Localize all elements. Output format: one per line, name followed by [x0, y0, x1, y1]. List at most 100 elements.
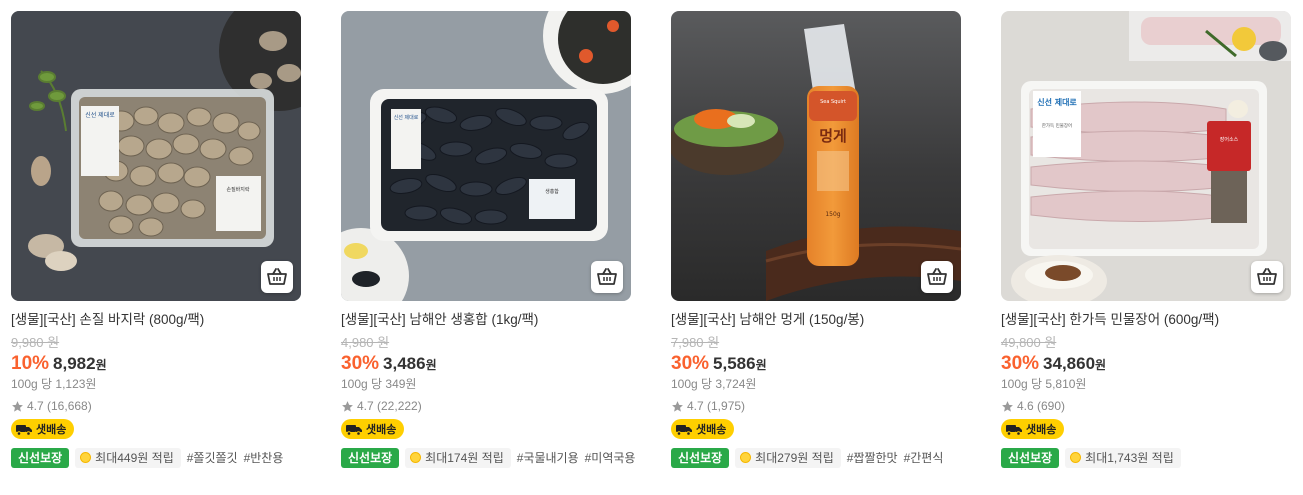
product-image[interactable]: 신선 제대로 한가득 민물장어 장어소스: [1001, 11, 1291, 301]
pack-label-brand: 신선 제대로: [394, 114, 419, 121]
sale-price: 3,486: [383, 354, 426, 373]
original-price: 49,800 원: [1001, 335, 1057, 350]
star-icon: [1002, 400, 1013, 412]
coin-icon: [740, 452, 752, 463]
fresh-guarantee-badge: 신선보장: [341, 447, 400, 468]
hashtag[interactable]: #국물내기용: [517, 448, 579, 468]
sale-price: 34,860: [1043, 354, 1096, 373]
rating: 4.7 (22,222): [341, 398, 631, 414]
rating: 4.6 (690): [1001, 398, 1291, 414]
product-card[interactable]: 신선 제대로 한가득 민물장어 장어소스 [생물][국산] 한가득 민물장어 (…: [1001, 11, 1291, 468]
product-card[interactable]: Sea Squirt 멍게 150g [생물][국산] 남해안 멍게 (150g…: [671, 11, 961, 468]
product-title[interactable]: [생물][국산] 손질 바지락 (800g/팩): [11, 311, 301, 329]
delivery-label: 샛배송: [366, 424, 397, 436]
unit-price: 100g 당 3,724원: [671, 377, 757, 391]
rating: 4.7 (16,668): [11, 398, 301, 414]
discount-rate: 30%: [341, 353, 380, 374]
sea-squirt-photo: Sea Squirt 멍게 150g: [671, 11, 961, 301]
discount-rate: 10%: [11, 353, 50, 374]
tag-row: 신선보장 최대279원 적립 #짭짤한맛 #간편식: [671, 447, 971, 468]
rating-text: 4.6 (690): [1017, 399, 1066, 413]
tag-row: 신선보장 최대174원 적립 #국물내기용 #미역국용: [341, 447, 641, 468]
coin-icon: [410, 452, 422, 463]
tag-row: 신선보장 최대449원 적립 #쫄깃쫄깃 #반찬용: [11, 447, 311, 468]
currency-unit: 원: [95, 358, 107, 372]
fresh-guarantee-badge: 신선보장: [11, 447, 70, 468]
pack-label-name: 생홍합: [545, 188, 559, 195]
points-badge: 최대174원 적립: [405, 447, 511, 468]
pack-label-brand: Sea Squirt: [820, 99, 846, 105]
delivery-truck-icon: [1006, 424, 1022, 436]
delivery-badge: 샛배송: [671, 419, 735, 439]
mussel-photo: 신선 제대로 생홍합: [341, 11, 631, 301]
hashtag[interactable]: #짭짤한맛: [847, 448, 898, 468]
product-title[interactable]: [생물][국산] 한가득 민물장어 (600g/팩): [1001, 311, 1291, 329]
star-icon: [12, 400, 23, 412]
points-text: 최대174원 적립: [425, 450, 504, 465]
pack-label-weight: 150g: [825, 211, 840, 218]
product-image[interactable]: 신선 제대로 생홍합: [341, 11, 631, 301]
rating-text: 4.7 (1,975): [687, 399, 746, 413]
points-badge: 최대279원 적립: [735, 447, 841, 468]
currency-unit: 원: [425, 358, 437, 372]
sale-price: 8,982: [53, 354, 96, 373]
coin-icon: [80, 452, 92, 463]
pack-label-sauce: 장어소스: [1220, 136, 1239, 143]
delivery-label: 샛배송: [1026, 424, 1057, 436]
star-icon: [672, 400, 683, 412]
hashtag[interactable]: #간편식: [904, 448, 944, 468]
product-title[interactable]: [생물][국산] 남해안 생홍합 (1kg/팩): [341, 311, 631, 329]
pack-label-brand: 신선 제대로: [85, 111, 115, 119]
delivery-badge: 샛배송: [1001, 419, 1065, 439]
delivery-badge: 샛배송: [11, 419, 75, 439]
points-text: 최대279원 적립: [755, 450, 834, 465]
delivery-badge: 샛배송: [341, 419, 405, 439]
add-to-cart-button[interactable]: [261, 261, 293, 293]
original-price: 7,980 원: [671, 335, 720, 350]
clam-photo: 신선 제대로 손질바지락: [11, 11, 301, 301]
pack-label-name: 한가득 민물장어: [1042, 122, 1072, 129]
hashtag[interactable]: #미역국용: [585, 448, 636, 468]
discount-rate: 30%: [1001, 353, 1040, 374]
hashtag[interactable]: #쫄깃쫄깃: [187, 448, 238, 468]
product-card[interactable]: 신선 제대로 생홍합 [생물][국산] 남해안 생홍합 (1kg/팩) 4,98…: [341, 11, 635, 468]
fresh-guarantee-badge: 신선보장: [671, 447, 730, 468]
original-price: 9,980 원: [11, 335, 60, 350]
currency-unit: 원: [755, 358, 767, 372]
star-icon: [342, 400, 353, 412]
pack-label-brand: 신선 제대로: [1037, 97, 1077, 107]
add-to-cart-button[interactable]: [1251, 261, 1283, 293]
product-card[interactable]: 신선 제대로 손질바지락 [생물][국산] 손질 바지락 (800g/팩) 9,…: [11, 11, 301, 468]
tag-row: 신선보장 최대1,743원 적립: [1001, 447, 1301, 468]
hashtag[interactable]: #반찬용: [244, 448, 284, 468]
currency-unit: 원: [1095, 358, 1107, 372]
basket-icon: [1257, 268, 1277, 285]
delivery-truck-icon: [346, 424, 362, 436]
product-grid: 신선 제대로 손질바지락 [생물][국산] 손질 바지락 (800g/팩) 9,…: [0, 0, 1303, 495]
fresh-guarantee-badge: 신선보장: [1001, 447, 1060, 468]
coin-icon: [1070, 452, 1082, 463]
sale-price: 5,586: [713, 354, 756, 373]
price-line: 30% 34,860원: [1001, 352, 1291, 377]
unit-price: 100g 당 349원: [341, 377, 417, 391]
product-image[interactable]: Sea Squirt 멍게 150g: [671, 11, 961, 301]
eel-photo: 신선 제대로 한가득 민물장어 장어소스: [1001, 11, 1291, 301]
add-to-cart-button[interactable]: [921, 261, 953, 293]
unit-price: 100g 당 1,123원: [11, 377, 97, 391]
rating-text: 4.7 (16,668): [27, 399, 92, 413]
original-price: 4,980 원: [341, 335, 390, 350]
basket-icon: [267, 268, 287, 285]
add-to-cart-button[interactable]: [591, 261, 623, 293]
points-badge: 최대449원 적립: [75, 447, 181, 468]
product-image[interactable]: 신선 제대로 손질바지락: [11, 11, 301, 301]
product-title[interactable]: [생물][국산] 남해안 멍게 (150g/봉): [671, 311, 961, 329]
price-line: 10% 8,982원: [11, 352, 301, 377]
basket-icon: [927, 268, 947, 285]
basket-icon: [597, 268, 617, 285]
points-text: 최대449원 적립: [95, 450, 174, 465]
rating-text: 4.7 (22,222): [357, 399, 422, 413]
price-line: 30% 5,586원: [671, 352, 961, 377]
pack-label-name: 멍게: [819, 127, 847, 145]
discount-rate: 30%: [671, 353, 710, 374]
delivery-label: 샛배송: [36, 424, 67, 436]
